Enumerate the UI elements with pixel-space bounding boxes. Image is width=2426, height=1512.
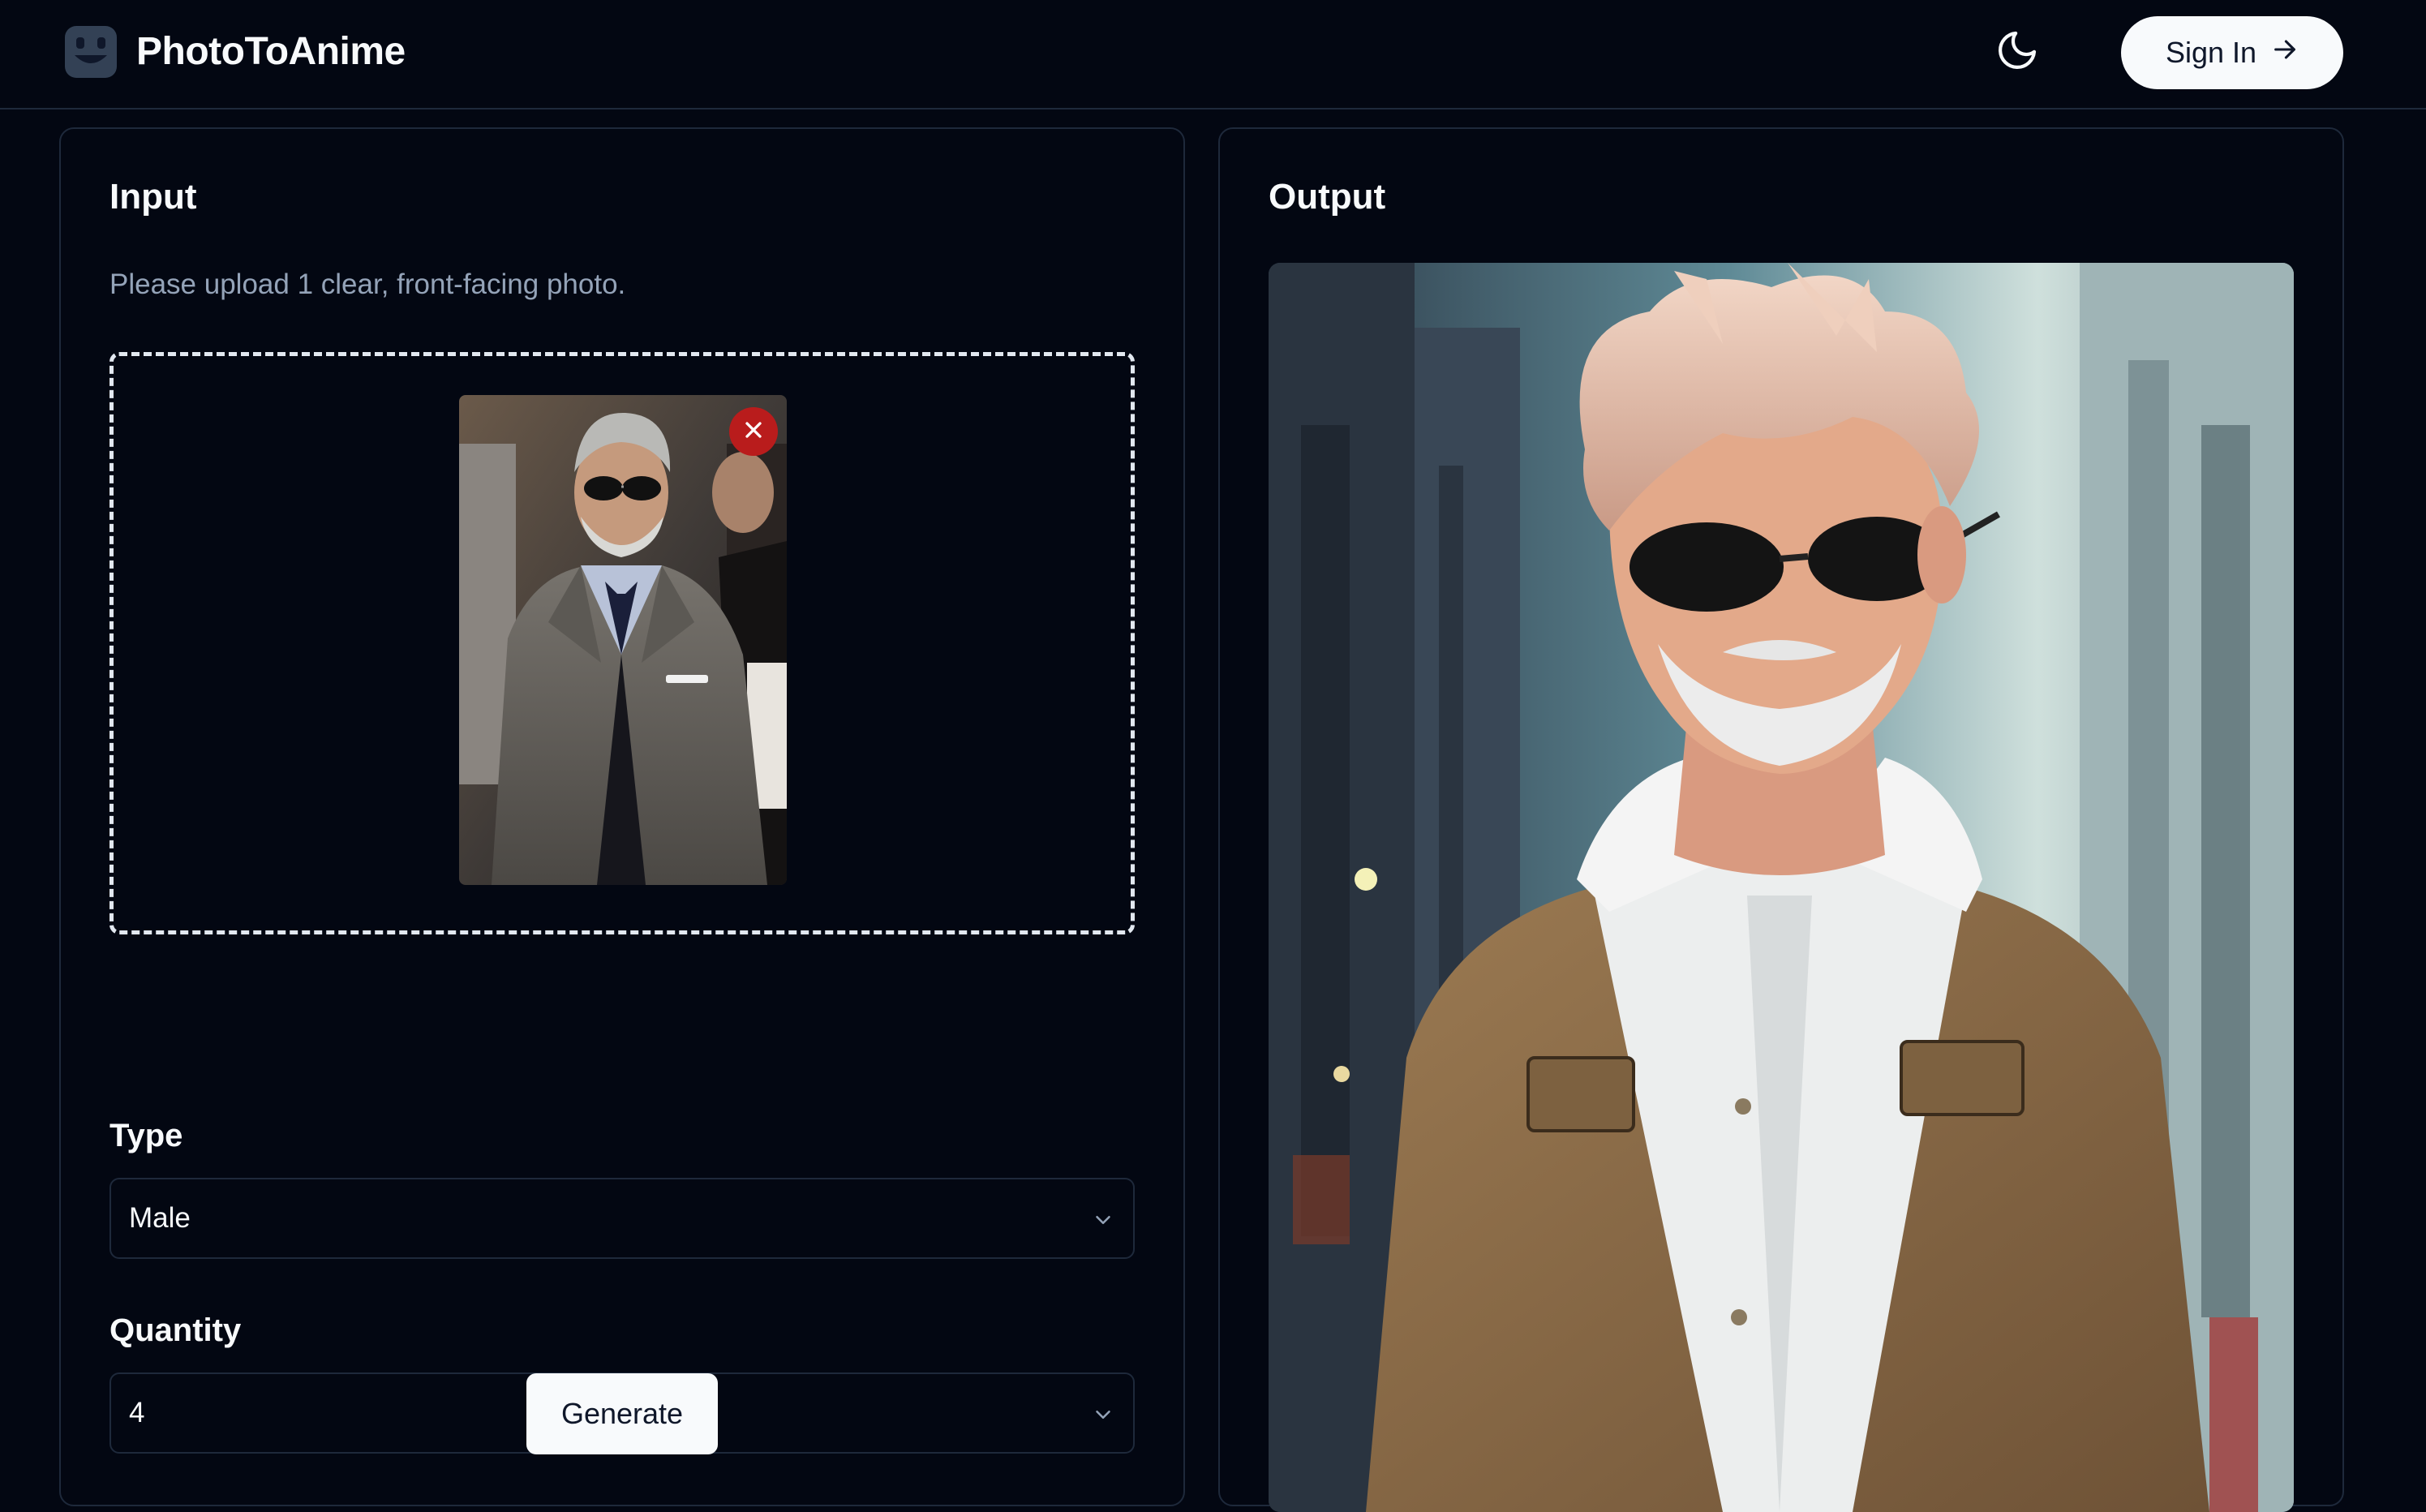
quantity-select-value: 4: [129, 1397, 145, 1428]
photo-dropzone[interactable]: [109, 352, 1135, 934]
input-panel: Input Please upload 1 clear, front-facin…: [59, 127, 1185, 1506]
chevron-down-icon: [1091, 1402, 1115, 1434]
upload-instructions: Please upload 1 clear, front-facing phot…: [109, 268, 626, 300]
sign-in-button[interactable]: Sign In: [2121, 16, 2343, 89]
generated-anime-image: [1269, 263, 2294, 1512]
remove-photo-button[interactable]: [729, 407, 778, 456]
output-panel: Output: [1218, 127, 2344, 1512]
input-panel-title: Input: [109, 177, 197, 217]
type-select[interactable]: Male: [109, 1178, 1135, 1259]
uploaded-photo-preview: [459, 395, 787, 885]
quantity-label: Quantity: [109, 1312, 242, 1348]
output-panel-title: Output: [1269, 177, 1386, 217]
type-select-value: Male: [129, 1202, 191, 1234]
arrow-right-icon: [2271, 36, 2299, 71]
chevron-down-icon: [1091, 1207, 1115, 1239]
sign-in-label: Sign In: [2165, 36, 2257, 69]
theme-toggle-button[interactable]: [1992, 27, 2042, 77]
type-label: Type: [109, 1118, 183, 1153]
top-nav: PhotoToAnime Sign In: [0, 0, 2426, 110]
moon-icon: [1994, 28, 2040, 77]
brand-name[interactable]: PhotoToAnime: [136, 28, 406, 76]
generate-button[interactable]: Generate: [526, 1373, 718, 1454]
close-icon: [741, 417, 766, 447]
smiley-face-logo-icon: [65, 26, 117, 78]
